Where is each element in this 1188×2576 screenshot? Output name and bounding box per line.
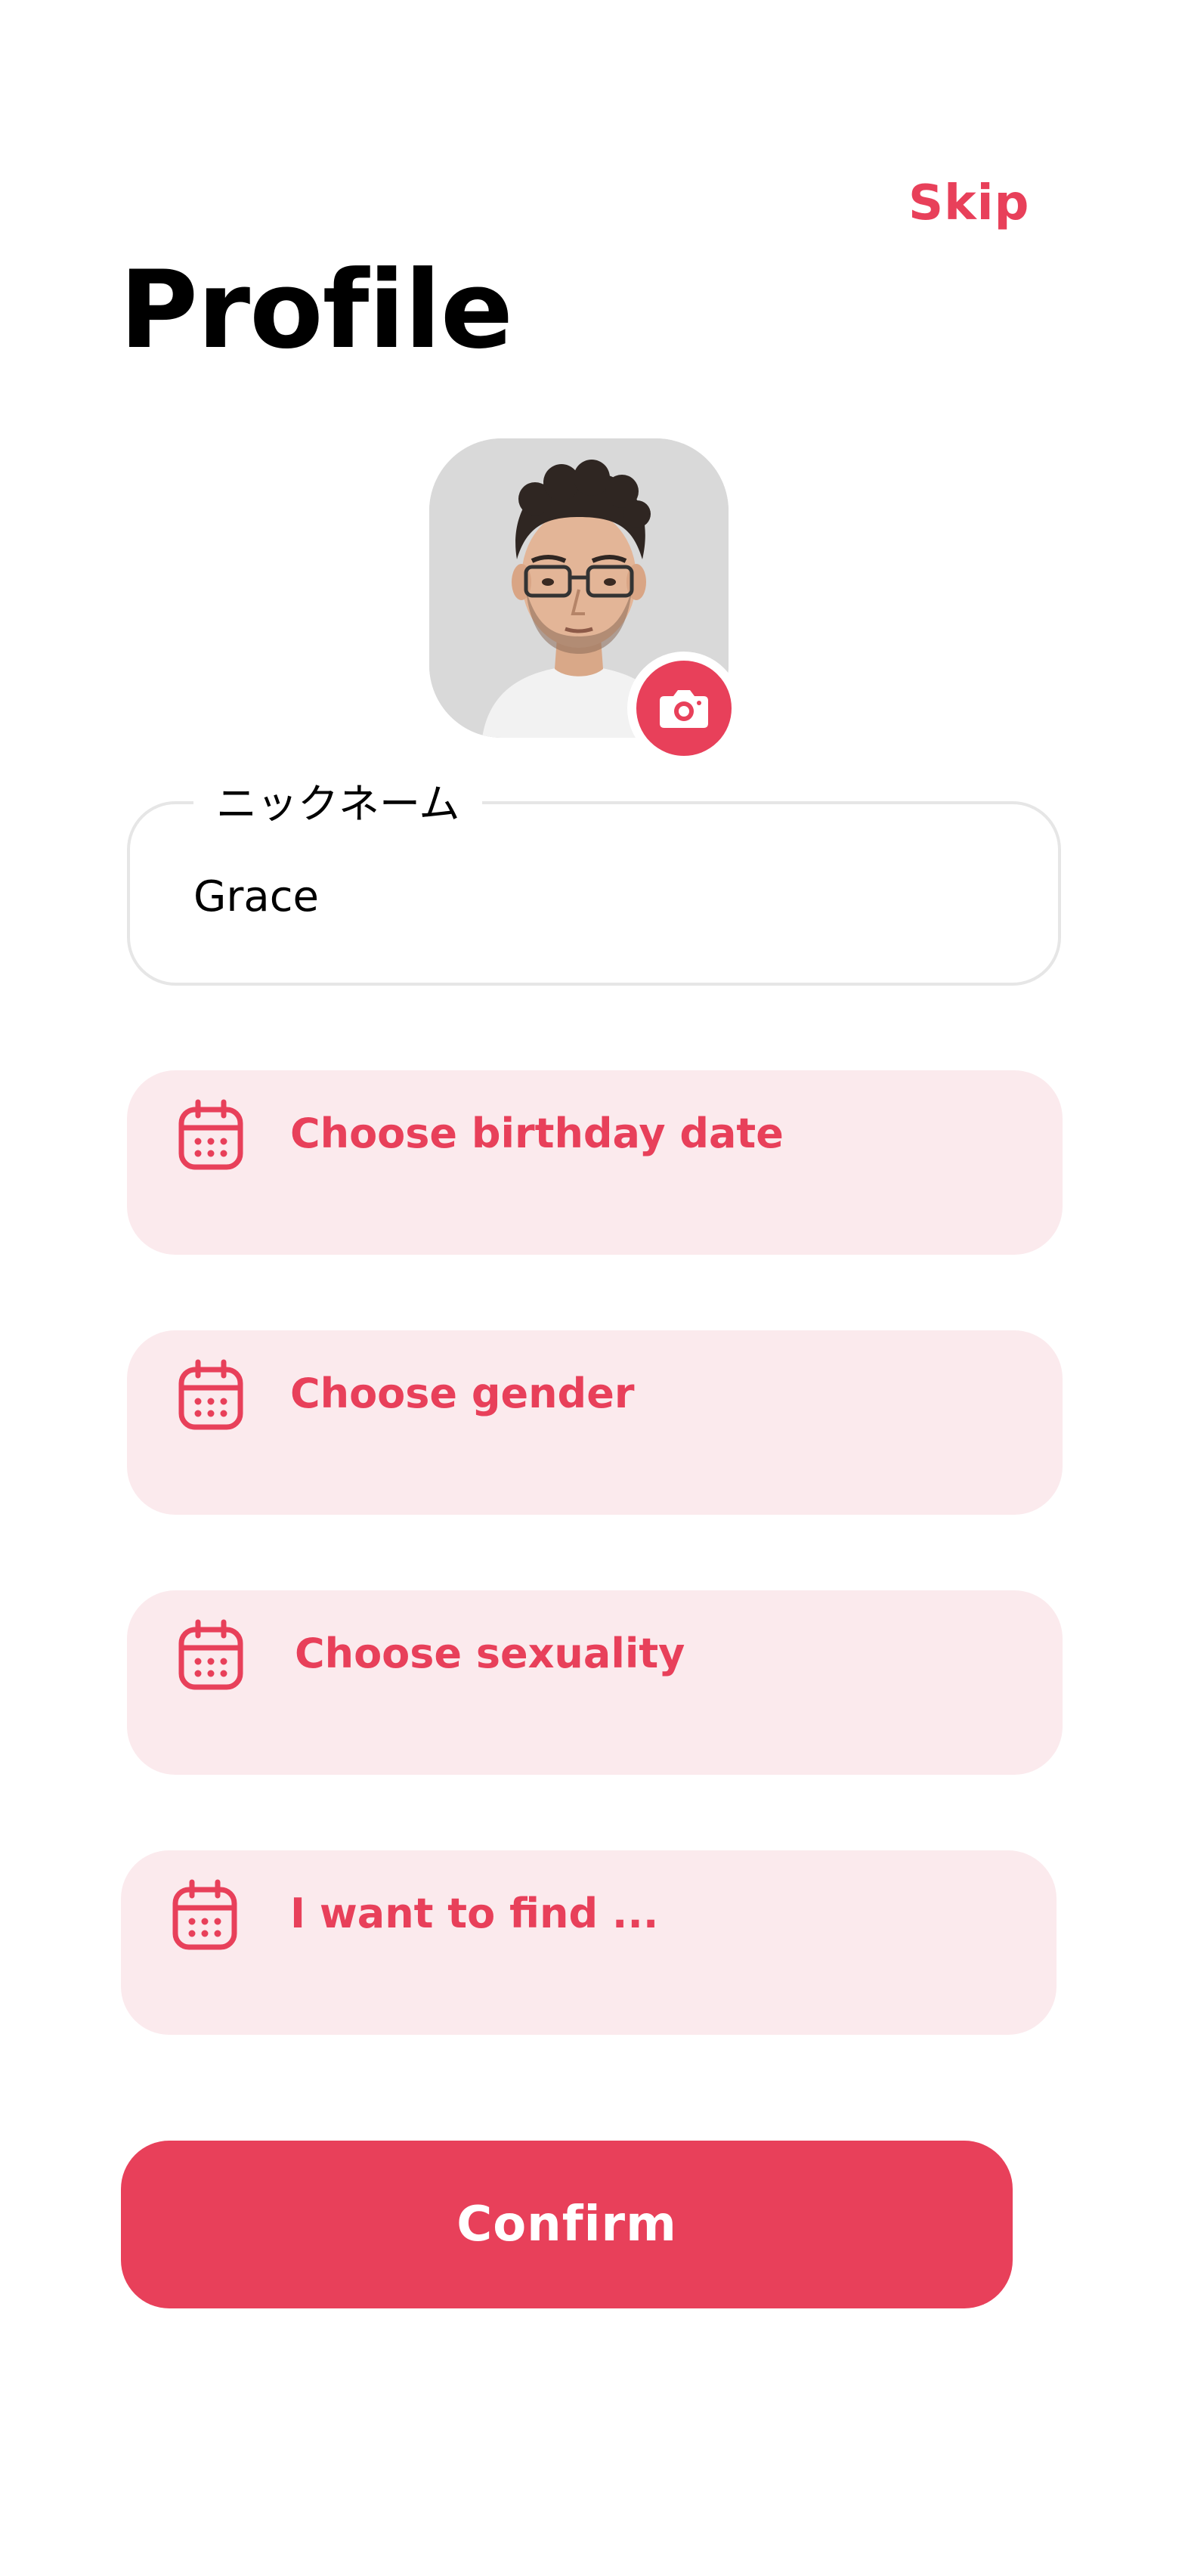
nickname-label: ニックネーム (193, 774, 483, 834)
page-title: Profile (119, 248, 513, 373)
calendar-icon (178, 1099, 243, 1170)
looking-for-option[interactable]: I want to find ... (121, 1850, 1057, 2035)
birthday-option-label: Choose birthday date (290, 1110, 784, 1157)
gender-option[interactable]: Choose gender (127, 1330, 1063, 1515)
nickname-input[interactable]: Grace (193, 872, 319, 921)
calendar-icon (172, 1879, 237, 1950)
confirm-button[interactable]: Confirm (121, 2141, 1013, 2308)
change-photo-button[interactable] (627, 652, 741, 765)
birthday-option[interactable]: Choose birthday date (127, 1070, 1063, 1255)
calendar-icon (178, 1619, 243, 1690)
nickname-field[interactable]: ニックネーム Grace (127, 774, 1061, 986)
skip-button[interactable]: Skip (908, 175, 1029, 231)
camera-icon (660, 690, 708, 728)
gender-option-label: Choose gender (290, 1370, 635, 1417)
sexuality-option-label: Choose sexuality (295, 1630, 685, 1677)
sexuality-option[interactable]: Choose sexuality (127, 1590, 1063, 1775)
looking-for-option-label: I want to find ... (290, 1890, 659, 1937)
calendar-icon (178, 1359, 243, 1430)
avatar-container (429, 438, 741, 765)
